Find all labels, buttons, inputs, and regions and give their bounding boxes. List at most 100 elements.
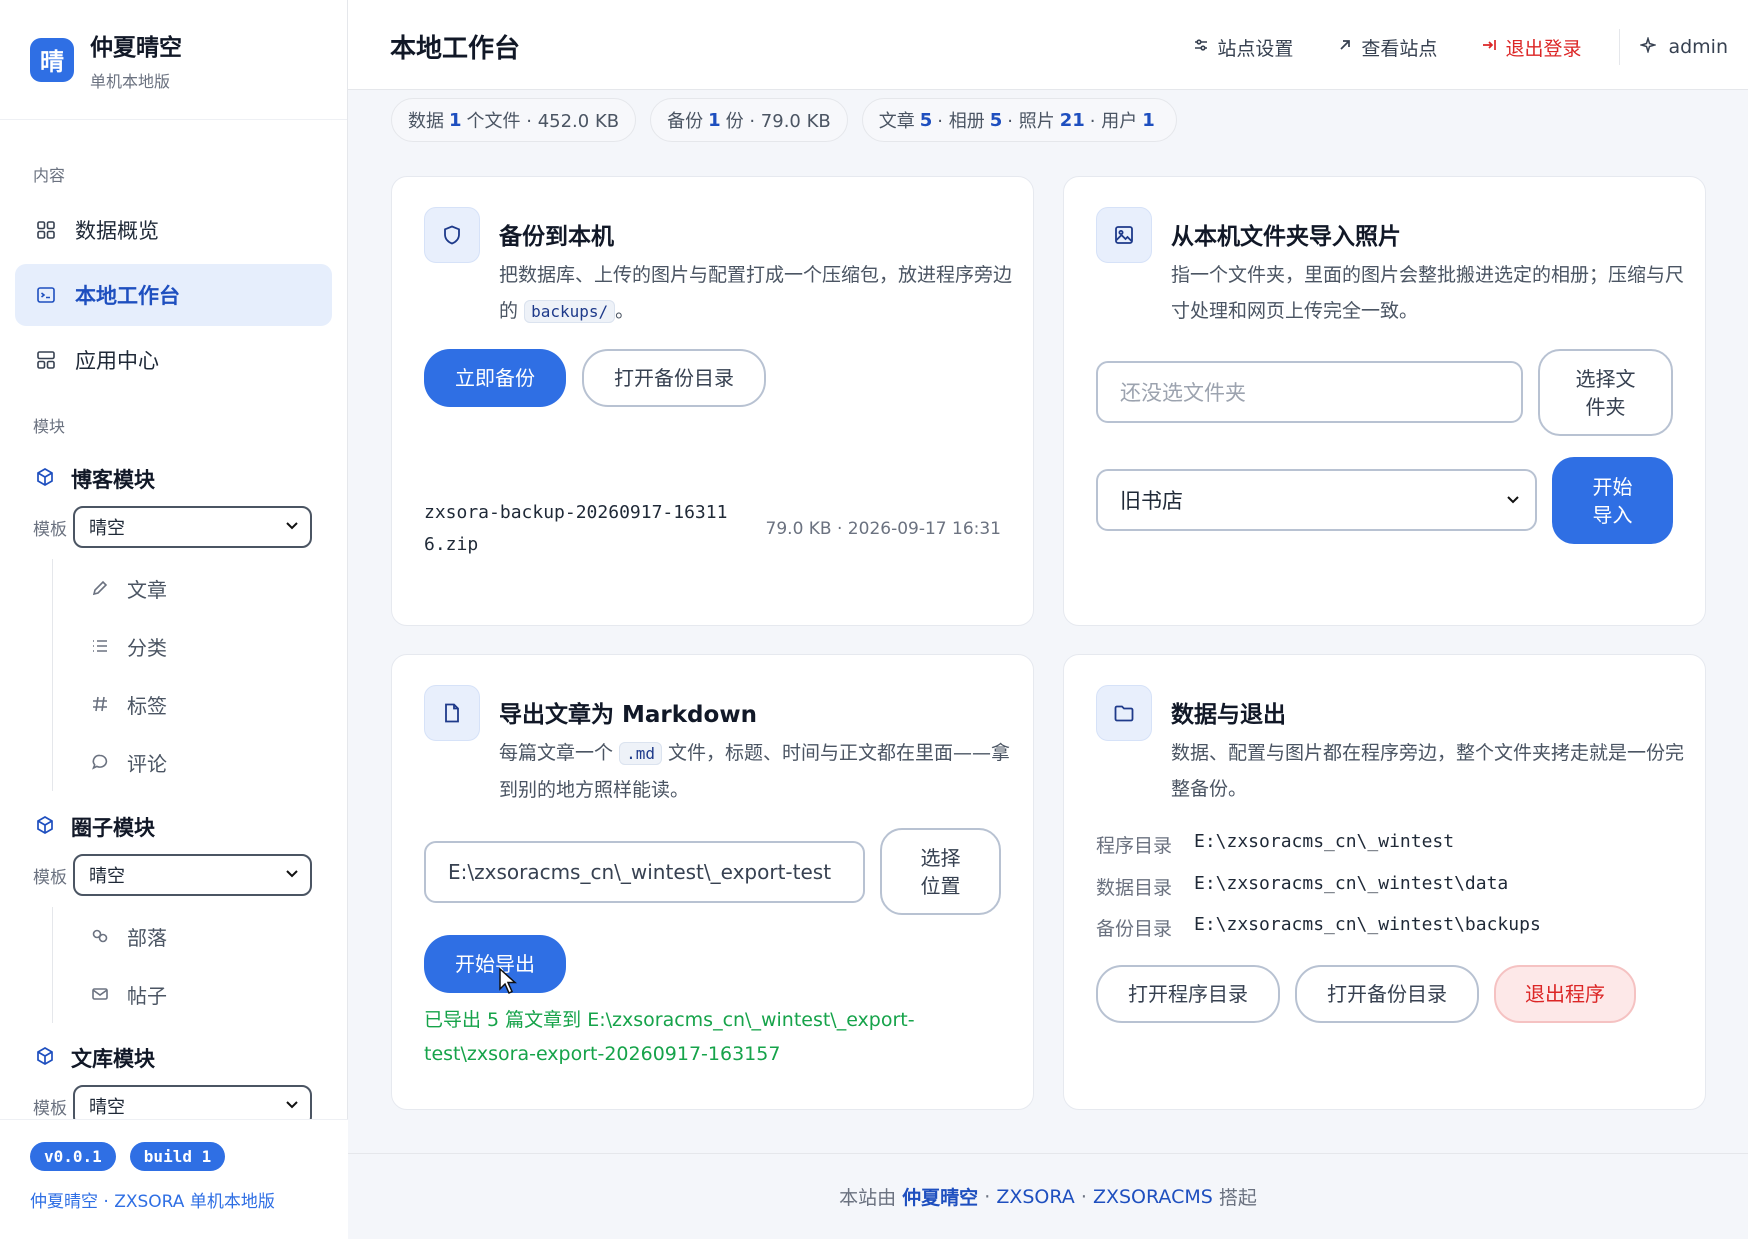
stat-label: · 用户	[1089, 111, 1138, 132]
start-export-button[interactable]: 开始导出	[424, 935, 566, 993]
sidebar-footer: v0.0.1 build 1 仲夏晴空 · ZXSORA 单机本地版	[0, 1119, 348, 1239]
sub-item-label: 文章	[127, 577, 167, 602]
sidebar-item-tags[interactable]: 标签	[53, 675, 167, 733]
open-program-dir-button[interactable]: 打开程序目录	[1096, 965, 1280, 1023]
footer-link-zxsoracms[interactable]: ZXSORACMS	[1093, 1186, 1213, 1208]
template-select-circle[interactable]: 晴空	[73, 854, 312, 896]
view-site-button[interactable]: 查看站点	[1337, 34, 1437, 61]
footer-text: 搭起	[1218, 1187, 1257, 1209]
stat-label: 份 · 79.0 KB	[725, 111, 831, 132]
nav-item-apps[interactable]: 应用中心	[15, 329, 332, 391]
footer-link-zxsora[interactable]: ZXSORA	[996, 1186, 1074, 1208]
backup-file-name[interactable]: zxsora-backup-20260917-16311 6.zip	[424, 497, 727, 561]
desc-code: .md	[619, 742, 662, 765]
stat-label: 文章	[878, 111, 915, 132]
button-label-line: 选择文	[1575, 366, 1636, 391]
sidebar: 晴 仲夏晴空 单机本地版 内容 数据概览 本地工作台 应用中心 模块 博客模块 …	[0, 0, 348, 1239]
nav-label: 本地工作台	[75, 284, 180, 308]
sidebar-item-categories[interactable]: 分类	[53, 617, 167, 675]
nav-item-overview[interactable]: 数据概览	[15, 199, 332, 261]
open-backup-dir-button[interactable]: 打开备份目录	[1295, 965, 1479, 1023]
cube-icon	[35, 1046, 55, 1071]
brand-logo: 晴	[30, 37, 74, 82]
stats-bar: 数据 1 个文件 · 452.0 KB 备份 1 份 · 79.0 KB 文章 5 · 相册…	[391, 98, 1191, 142]
export-result-message: 已导出 5 篇文章到 E:\zxsoracms_cn\_wintest\_exp…	[424, 1009, 915, 1065]
sidebar-credit[interactable]: 仲夏晴空 · ZXSORA 单机本地版	[30, 1187, 348, 1212]
view-site-label: 查看站点	[1361, 37, 1438, 60]
sub-item-label: 评论	[127, 751, 167, 776]
hash-icon	[89, 695, 111, 713]
cursor-icon	[499, 967, 517, 995]
path-key: 备份目录	[1096, 918, 1173, 940]
open-backup-dir-button[interactable]: 打开备份目录	[582, 349, 766, 407]
user-menu[interactable]: admin	[1639, 35, 1728, 58]
path-value: E:\zxsoracms_cn\_wintest\data	[1194, 873, 1509, 894]
sub-item-label: 标签	[127, 693, 167, 718]
path-value: E:\zxsoracms_cn\_wintest	[1194, 831, 1455, 852]
choose-folder-button[interactable]: 选择文 件夹	[1538, 349, 1673, 436]
stat-label: 数据	[408, 111, 444, 132]
module-circle: 圈子模块	[35, 812, 155, 842]
template-value: 晴空	[89, 1097, 125, 1118]
site-settings-button[interactable]: 站点设置	[1193, 34, 1293, 61]
template-value: 晴空	[89, 518, 125, 539]
sidebar-item-comments[interactable]: 评论	[53, 733, 167, 791]
card-title: 从本机文件夹导入照片	[1171, 224, 1401, 250]
path-row-program: 程序目录 E:\zxsoracms_cn\_wintest	[1096, 831, 1454, 858]
desc-code: backups/	[524, 300, 616, 323]
data-card: 数据与退出 数据、配置与图片都在程序旁边，整个文件夹拷走就是一份完整备份。 程序…	[1063, 654, 1706, 1110]
export-path-input[interactable]: E:\zxsoracms_cn\_wintest\_export-test	[424, 841, 865, 903]
template-label: 模板	[33, 1098, 67, 1119]
backup-file-meta: 79.0 KB · 2026-09-17 16:31	[765, 519, 1001, 539]
stat-label: 备份	[667, 111, 704, 132]
backup-now-button[interactable]: 立即备份	[424, 349, 566, 407]
page-footer: 本站由 仲夏晴空 · ZXSORA · ZXSORACMS 搭起	[348, 1153, 1748, 1239]
mail-icon	[89, 985, 111, 1003]
button-label-line: 件夹	[1585, 394, 1626, 419]
file-icon	[424, 685, 480, 741]
pencil-icon	[89, 579, 111, 597]
stat-label: · 相册	[937, 111, 985, 132]
chevron-down-icon	[284, 865, 300, 886]
backup-card: 备份到本机 把数据库、上传的图片与配置打成一个压缩包，放进程序旁边的 backu…	[391, 176, 1034, 626]
card-desc: 指一个文件夹，里面的图片会整批搬进选定的相册；压缩与尺寸处理和网页上传完全一致。	[1171, 264, 1685, 322]
start-import-button[interactable]: 开始 导入	[1552, 457, 1673, 544]
folder-input[interactable]: 还没选文件夹	[1096, 361, 1523, 423]
stat-backup: 备份 1 份 · 79.0 KB	[650, 98, 848, 142]
sidebar-item-threads[interactable]: 帖子	[53, 965, 167, 1023]
card-desc: 数据、配置与图片都在程序旁边，整个文件夹拷走就是一份完整备份。	[1171, 742, 1685, 800]
logout-button[interactable]: 退出登录	[1481, 34, 1581, 61]
template-select-blog[interactable]: 晴空	[73, 506, 312, 548]
choose-location-button[interactable]: 选择 位置	[880, 828, 1001, 915]
footer-site-name[interactable]: 仲夏晴空	[902, 1183, 978, 1210]
card-title: 备份到本机	[499, 224, 614, 250]
build-badge: build 1	[129, 1142, 226, 1171]
quit-program-button[interactable]: 退出程序	[1494, 965, 1636, 1023]
footer-text: 本站由	[839, 1187, 897, 1209]
sidebar-item-tribes[interactable]: 部落	[53, 907, 167, 965]
brand-title: 仲夏晴空	[90, 34, 182, 61]
logout-icon	[1481, 36, 1497, 58]
sub-item-label: 分类	[127, 635, 167, 660]
image-icon	[1096, 207, 1152, 263]
section-modules-label: 模块	[33, 417, 66, 436]
terminal-icon	[35, 284, 57, 306]
chevron-down-icon	[1505, 488, 1521, 512]
arrow-up-right-icon	[1337, 36, 1353, 58]
path-row-data: 数据目录 E:\zxsoracms_cn\_wintest\data	[1096, 873, 1508, 900]
apps-icon	[35, 349, 57, 371]
template-value: 晴空	[89, 866, 125, 887]
logout-label: 退出登录	[1505, 37, 1582, 60]
template-row-blog: 模板 晴空	[33, 506, 312, 548]
stat-content: 文章 5 · 相册 5 · 照片 21 · 用户 1	[861, 98, 1177, 142]
nav-item-workbench[interactable]: 本地工作台	[15, 264, 332, 326]
album-select[interactable]: 旧书店	[1096, 469, 1537, 531]
desc-text: 每篇文章一个	[499, 742, 614, 764]
stat-value: 1	[449, 109, 462, 131]
path-key: 数据目录	[1096, 877, 1173, 899]
export-card: 导出文章为 Markdown 每篇文章一个 .md 文件，标题、时间与正文都在里…	[391, 654, 1034, 1110]
blog-sub-list: 文章 分类 标签 评论	[52, 559, 167, 791]
sidebar-item-posts[interactable]: 文章	[53, 559, 167, 617]
sparkle-icon	[1639, 35, 1658, 58]
site-settings-label: 站点设置	[1217, 37, 1294, 60]
